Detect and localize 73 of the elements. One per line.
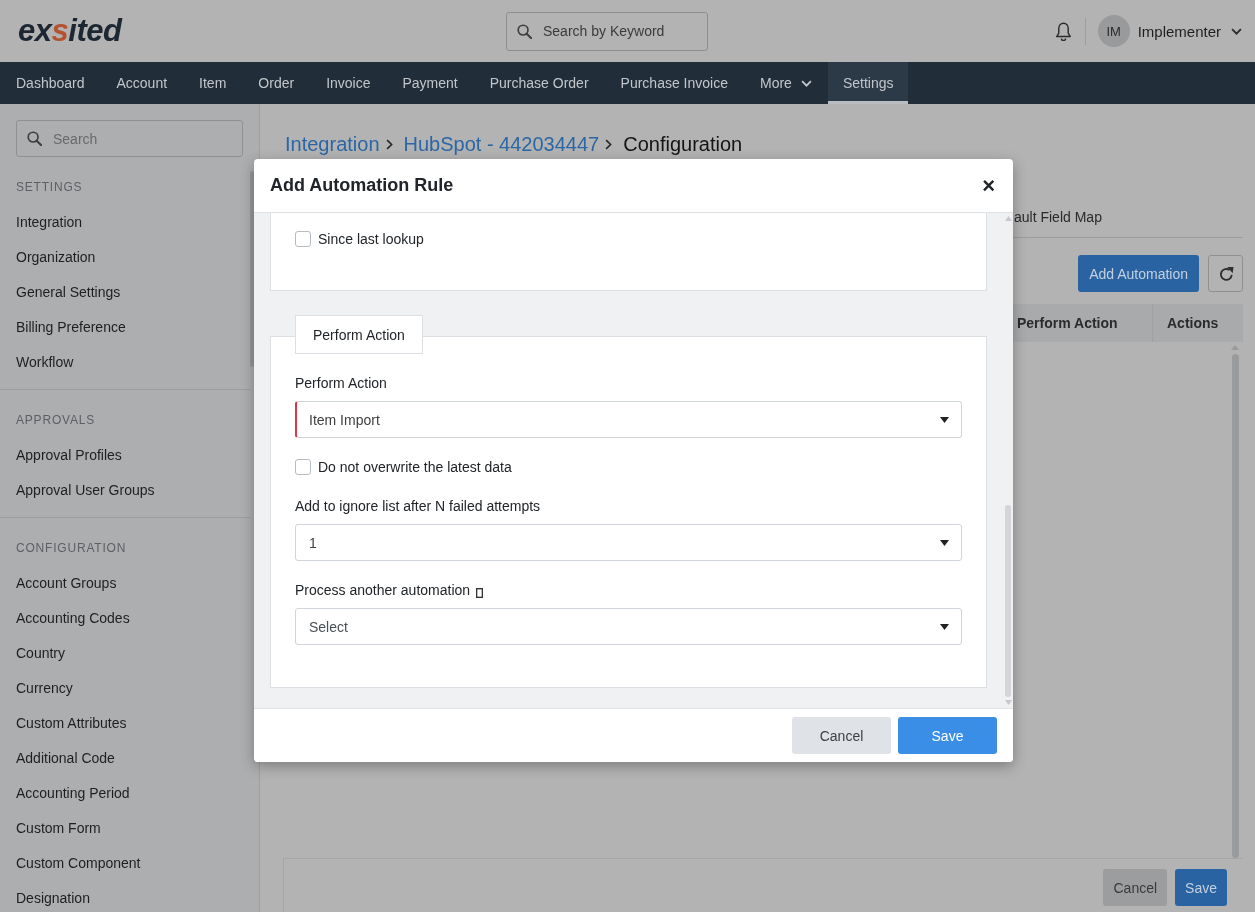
sidebar-item[interactable]: Additional Code <box>0 741 250 776</box>
checkbox[interactable] <box>295 231 311 247</box>
nav-tab[interactable]: Item <box>183 62 243 104</box>
sidebar-item[interactable]: Integration <box>0 205 250 240</box>
search-icon <box>27 131 42 146</box>
select-field[interactable]: Item Import <box>295 401 962 438</box>
nav-tab[interactable]: Purchase Order <box>473 62 605 104</box>
field-label: Process another automation <box>295 582 471 598</box>
sidebar-item[interactable]: Approval Profiles <box>0 438 250 473</box>
column-header: Perform Action <box>1013 304 1152 342</box>
sidebar-item[interactable]: Approval User Groups <box>0 473 250 508</box>
chevron-down-icon[interactable] <box>1231 27 1242 35</box>
chevron-right-icon <box>605 138 613 150</box>
sidebar-item[interactable]: Workflow <box>0 345 250 380</box>
checkbox-label: Do not overwrite the latest data <box>318 459 512 475</box>
user-name[interactable]: Implementer <box>1137 22 1221 40</box>
section-tab[interactable]: Perform Action <box>295 315 423 354</box>
sidebar-item[interactable]: Designation <box>0 881 250 912</box>
sidebar-item[interactable]: Accounting Codes <box>0 601 250 636</box>
logo[interactable]: exsited <box>18 14 122 48</box>
modal-title: Add Automation Rule <box>270 175 454 196</box>
sidebar-item[interactable]: Custom Form <box>0 811 250 846</box>
scrollbar-thumb[interactable] <box>1231 354 1239 858</box>
save-button[interactable]: Save <box>1175 869 1227 906</box>
sidebar-item[interactable]: Custom Attributes <box>0 706 250 741</box>
scroll-down-icon[interactable] <box>1004 700 1012 705</box>
chevron-right-icon <box>385 138 393 150</box>
avatar[interactable]: IM <box>1097 15 1130 47</box>
search-field[interactable]: Search <box>16 120 243 157</box>
nav-tab[interactable]: Dashboard <box>0 62 101 104</box>
nav-tab[interactable]: More <box>743 62 828 104</box>
tab[interactable]: ault Field Map <box>1014 208 1102 225</box>
caret-down-icon <box>940 623 949 630</box>
breadcrumb-current: Configuration <box>623 132 743 156</box>
field-label: Perform Action <box>295 375 387 391</box>
cancel-button[interactable]: Cancel <box>792 717 891 754</box>
cancel-button[interactable]: Cancel <box>1103 869 1168 906</box>
sidebar-item[interactable]: Country <box>0 636 250 671</box>
scrollbar-thumb[interactable] <box>250 171 254 367</box>
nav-tab[interactable]: Account <box>100 62 184 104</box>
nav-tab[interactable]: Purchase Invoice <box>604 62 744 104</box>
add-automation-button[interactable]: Add Automation <box>1078 255 1199 292</box>
refresh-button[interactable] <box>1208 255 1243 292</box>
scroll-up-icon[interactable] <box>1004 216 1012 221</box>
close-button[interactable]: × <box>980 173 997 198</box>
scroll-up-icon[interactable] <box>1231 345 1239 350</box>
section-heading: APPROVALS <box>15 412 96 429</box>
checkbox-label: Since last lookup <box>318 231 424 247</box>
field-label: Add to ignore list after N failed attempts <box>295 498 541 514</box>
sidebar-item[interactable]: Custom Component <box>0 846 250 881</box>
sidebar-item[interactable]: Billing Preference <box>0 310 250 345</box>
sidebar-item[interactable]: Currency <box>0 671 250 706</box>
sidebar-item[interactable]: Account Groups <box>0 566 250 601</box>
caret-down-icon <box>940 416 949 423</box>
nav-tab[interactable]: Invoice <box>310 62 387 104</box>
checkbox[interactable] <box>295 459 311 475</box>
section-heading: CONFIGURATION <box>15 540 128 557</box>
sidebar-item[interactable]: Accounting Period <box>0 776 250 811</box>
sidebar-item[interactable]: Organization <box>0 240 250 275</box>
scrollbar-thumb[interactable] <box>1005 505 1011 697</box>
bell-icon[interactable] <box>1054 21 1072 41</box>
nav-tab[interactable]: Payment <box>386 62 474 104</box>
sidebar-item[interactable]: General Settings <box>0 275 250 310</box>
caret-down-icon <box>940 539 949 546</box>
select-field[interactable]: Select <box>295 608 962 645</box>
nav-tab[interactable]: Order <box>242 62 311 104</box>
refresh-icon <box>1217 265 1234 282</box>
search-icon <box>517 23 532 39</box>
section-heading: SETTINGS <box>15 179 84 196</box>
nav-tab[interactable]: Settings <box>827 62 909 104</box>
select-field[interactable]: 1 <box>295 524 962 561</box>
column-header: Actions <box>1152 304 1243 342</box>
search-field[interactable]: Search by Keyword <box>506 11 708 51</box>
